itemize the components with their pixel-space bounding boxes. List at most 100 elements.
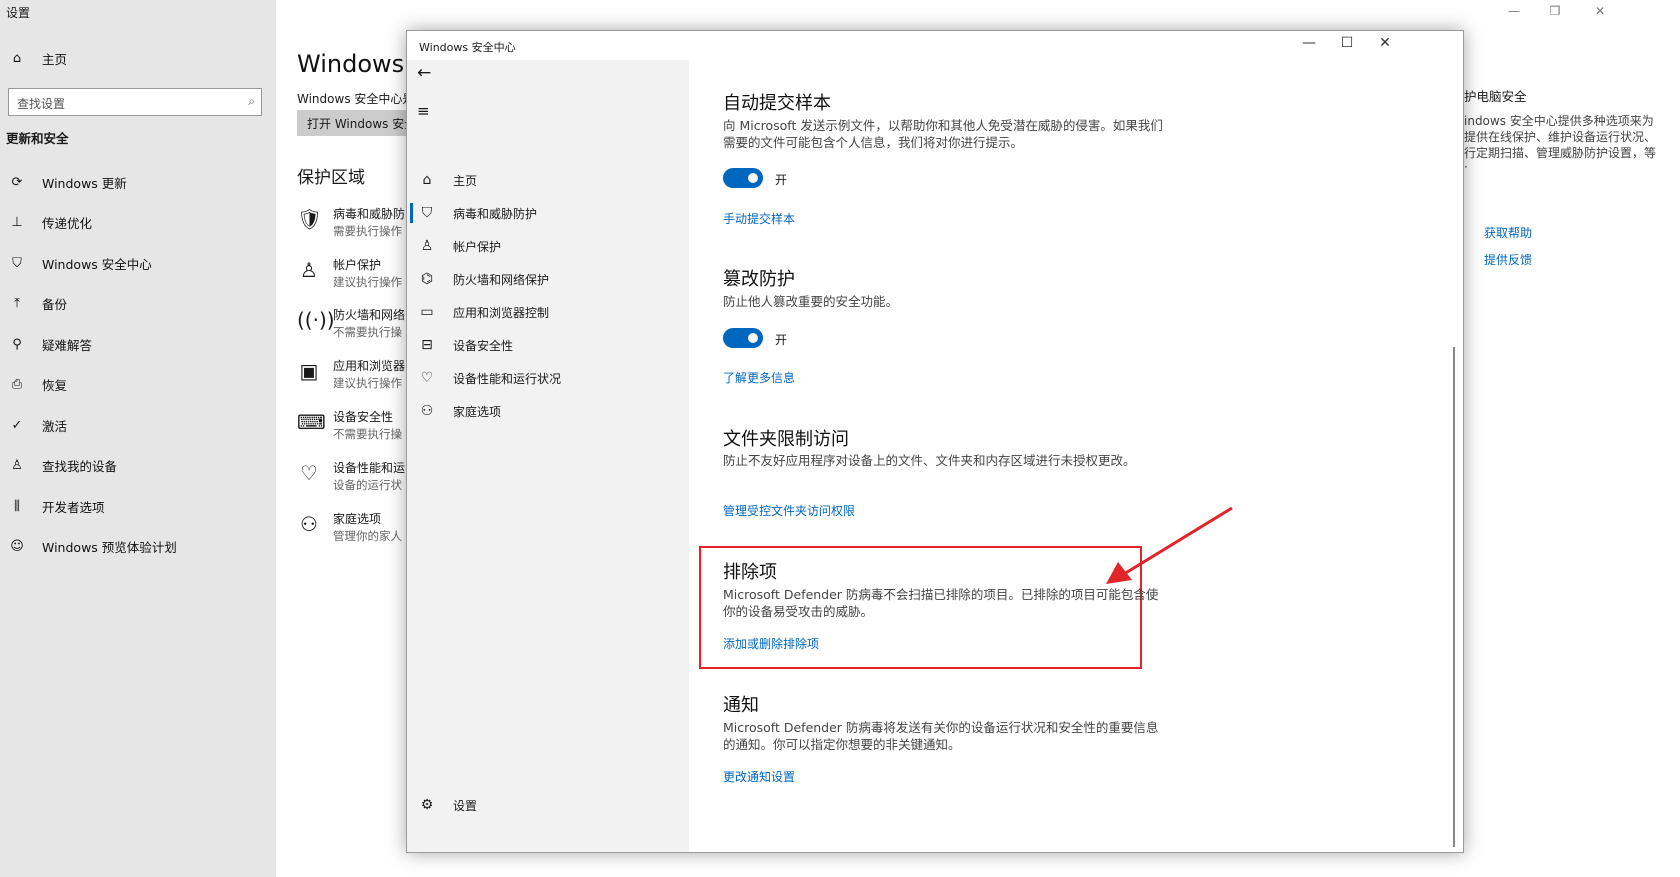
tamper-toggle[interactable] xyxy=(723,328,763,348)
manage-folder-access-link[interactable]: 管理受控文件夹访问权限 xyxy=(723,502,855,519)
developer-icon: ⫼ xyxy=(14,498,20,514)
home-icon: ⌂ xyxy=(12,50,22,66)
family-icon: ⚇ xyxy=(300,512,318,536)
home-icon: ⌂ xyxy=(422,172,432,188)
browser-warning-icon: ▣ xyxy=(299,359,319,383)
sec-nav-virus[interactable]: ⛉ 病毒和威胁防护 xyxy=(407,200,689,226)
zone-performance[interactable]: ♡ 设备性能和运 设备的运行状 xyxy=(297,459,407,499)
nav-backup[interactable]: ⤒ 备份 xyxy=(6,290,67,316)
wifi-icon: ⌬ xyxy=(420,271,434,287)
settings-sidebar: 设置 ⌂ 主页 查找设置 ⌕ 更新和安全 ⟳ Windows 更新 ⊥ 传递优化 ⛉ W… xyxy=(0,0,276,877)
backup-icon: ⤒ xyxy=(14,295,20,311)
annotation-arrow xyxy=(1106,506,1233,584)
heart-icon: ♡ xyxy=(420,370,434,386)
page-subtitle: Windows 安全中心是 xyxy=(297,92,415,106)
zone-virus[interactable]: 🛡 病毒和威胁防 需要执行操作 xyxy=(297,205,407,245)
tamper-desc: 防止他人篡改重要的安全功能。 xyxy=(723,294,899,309)
notify-title: 通知 xyxy=(723,695,759,716)
back-arrow-icon[interactable]: ← xyxy=(417,63,431,83)
person-pin-icon: ♙ xyxy=(11,457,23,473)
notify-desc: Microsoft Defender 防病毒将发送有关你的设备运行状况和安全性的… xyxy=(723,720,1159,752)
sec-nav-firewall[interactable]: ⌬ 防火墙和网络保护 xyxy=(407,266,689,292)
change-notify-link[interactable]: 更改通知设置 xyxy=(723,768,795,785)
sec-nav-account[interactable]: ♙ 帐户保护 xyxy=(407,233,689,259)
right-desc-line1: indows 安全中心提供多种选项来为 xyxy=(1464,114,1654,128)
family-icon: ⚇ xyxy=(420,403,434,419)
right-heading: 护电脑安全 xyxy=(1464,89,1527,104)
sec-nav-device-security[interactable]: ⊟ 设备安全性 xyxy=(407,332,689,358)
tamper-toggle-label: 开 xyxy=(775,333,788,347)
nav-section-title: 更新和安全 xyxy=(6,131,69,146)
nav-find-device[interactable]: ♙ 查找我的设备 xyxy=(6,452,117,478)
exclusions-desc: Microsoft Defender 防病毒不会扫描已排除的项目。已排除的项目可… xyxy=(723,587,1159,619)
tamper-title: 篡改防护 xyxy=(723,269,795,290)
nav-troubleshoot[interactable]: ⚲ 疑难解答 xyxy=(6,331,92,357)
check-circle-icon: ✓ xyxy=(11,417,23,433)
person-warning-icon: ♙ xyxy=(300,258,318,282)
laptop-check-icon: ⌨ xyxy=(297,410,326,434)
gear-icon: ⚙ xyxy=(420,797,434,813)
security-window-title: Windows 安全中心 xyxy=(419,41,516,54)
security-nav: ← ≡ ⌂ 主页 ⛉ 病毒和威胁防护 ♙ 帐户保护 ⌬ 防火墙和网络保护 ▭ 应用和浏览器… xyxy=(407,60,689,852)
learn-more-link[interactable]: 了解更多信息 xyxy=(723,369,795,386)
search-input[interactable]: 查找设置 ⌕ xyxy=(8,88,262,116)
zone-account[interactable]: ♙ 帐户保护 建议执行操作 xyxy=(297,256,407,296)
nav-home[interactable]: ⌂ 主页 xyxy=(6,45,67,71)
exclusions-title: 排除项 xyxy=(723,562,777,583)
scrollbar-thumb[interactable] xyxy=(1453,347,1455,847)
sec-nav-app-browser[interactable]: ▭ 应用和浏览器控制 xyxy=(407,299,689,325)
zones-title: 保护区域 xyxy=(297,168,365,188)
security-close-button[interactable]: ✕ xyxy=(1373,35,1397,51)
get-help-link[interactable]: 获取帮助 xyxy=(1484,224,1532,241)
arrow-shaft xyxy=(1123,506,1233,576)
add-remove-exclusions-link[interactable]: 添加或删除排除项 xyxy=(723,635,819,652)
settings-close-button[interactable]: ✕ xyxy=(1590,4,1610,18)
zone-firewall[interactable]: ((·)) 防火墙和网络 不需要执行操 xyxy=(297,306,407,346)
nav-developer[interactable]: ⫼ 开发者选项 xyxy=(6,493,105,519)
nav-delivery-optimization[interactable]: ⊥ 传递优化 xyxy=(6,209,92,235)
folder-title: 文件夹限制访问 xyxy=(723,429,849,450)
delivery-icon: ⊥ xyxy=(11,214,23,230)
sample-title: 自动提交样本 xyxy=(723,93,831,114)
recovery-icon: ⎙ xyxy=(11,376,23,392)
sample-toggle-label: 开 xyxy=(775,173,788,187)
hamburger-icon[interactable]: ≡ xyxy=(417,102,430,120)
security-maximize-button[interactable]: ☐ xyxy=(1335,35,1359,51)
nav-windows-security[interactable]: ⛉ Windows 安全中心 xyxy=(6,250,152,276)
nav-recovery[interactable]: ⎙ 恢复 xyxy=(6,371,67,397)
shield-warning-icon: 🛡 xyxy=(297,207,323,231)
settings-title: 设置 xyxy=(6,6,31,20)
submit-sample-link[interactable]: 手动提交样本 xyxy=(723,210,795,227)
laptop-icon: ⊟ xyxy=(421,337,433,353)
security-window: Windows 安全中心 — ☐ ✕ ← ≡ ⌂ 主页 ⛉ 病毒和威胁防护 ♙ 帐户保… xyxy=(406,30,1464,853)
right-desc-dot: · xyxy=(1464,160,1468,174)
sec-nav-home[interactable]: ⌂ 主页 xyxy=(407,167,689,193)
right-desc-line3: 行定期扫描、管理威胁防护设置，等 xyxy=(1464,146,1657,160)
security-minimize-button[interactable]: — xyxy=(1297,35,1321,51)
nav-activation[interactable]: ✓ 激活 xyxy=(6,412,67,438)
feedback-link[interactable]: 提供反馈 xyxy=(1484,251,1532,268)
open-security-button[interactable]: 打开 Windows 安全 xyxy=(297,110,417,136)
sec-nav-settings[interactable]: ⚙ 设置 xyxy=(407,792,689,818)
wrench-icon: ⚲ xyxy=(12,336,22,352)
settings-minimize-button[interactable]: — xyxy=(1504,4,1524,18)
zone-family[interactable]: ⚇ 家庭选项 管理你的家人 xyxy=(297,510,407,550)
settings-restore-button[interactable]: ❐ xyxy=(1545,4,1565,18)
shield-icon: ⛉ xyxy=(12,255,22,271)
insider-icon: ☺ xyxy=(10,538,24,554)
nav-windows-update[interactable]: ⟳ Windows 更新 xyxy=(6,169,127,195)
browser-icon: ▭ xyxy=(420,304,434,320)
sample-desc: 向 Microsoft 发送示例文件，以帮助你和其他人免受潜在威胁的侵害。如果我… xyxy=(723,118,1163,150)
right-desc-line2: 提供在线保护、维护设备运行状况、 xyxy=(1464,130,1657,144)
sec-nav-family[interactable]: ⚇ 家庭选项 xyxy=(407,398,689,424)
heart-icon: ♡ xyxy=(300,461,318,485)
zone-device-security[interactable]: ⌨ 设备安全性 不需要执行操 xyxy=(297,408,407,448)
sec-nav-performance[interactable]: ♡ 设备性能和运行状况 xyxy=(407,365,689,391)
shield-icon: ⛉ xyxy=(421,205,433,221)
sample-toggle[interactable] xyxy=(723,168,763,188)
sync-icon: ⟳ xyxy=(11,174,23,190)
wifi-check-icon: ((·)) xyxy=(297,308,335,332)
nav-insider[interactable]: ☺ Windows 预览体验计划 xyxy=(6,533,177,559)
zone-app-browser[interactable]: ▣ 应用和浏览器 建议执行操作 xyxy=(297,357,407,397)
search-icon: ⌕ xyxy=(248,94,255,108)
